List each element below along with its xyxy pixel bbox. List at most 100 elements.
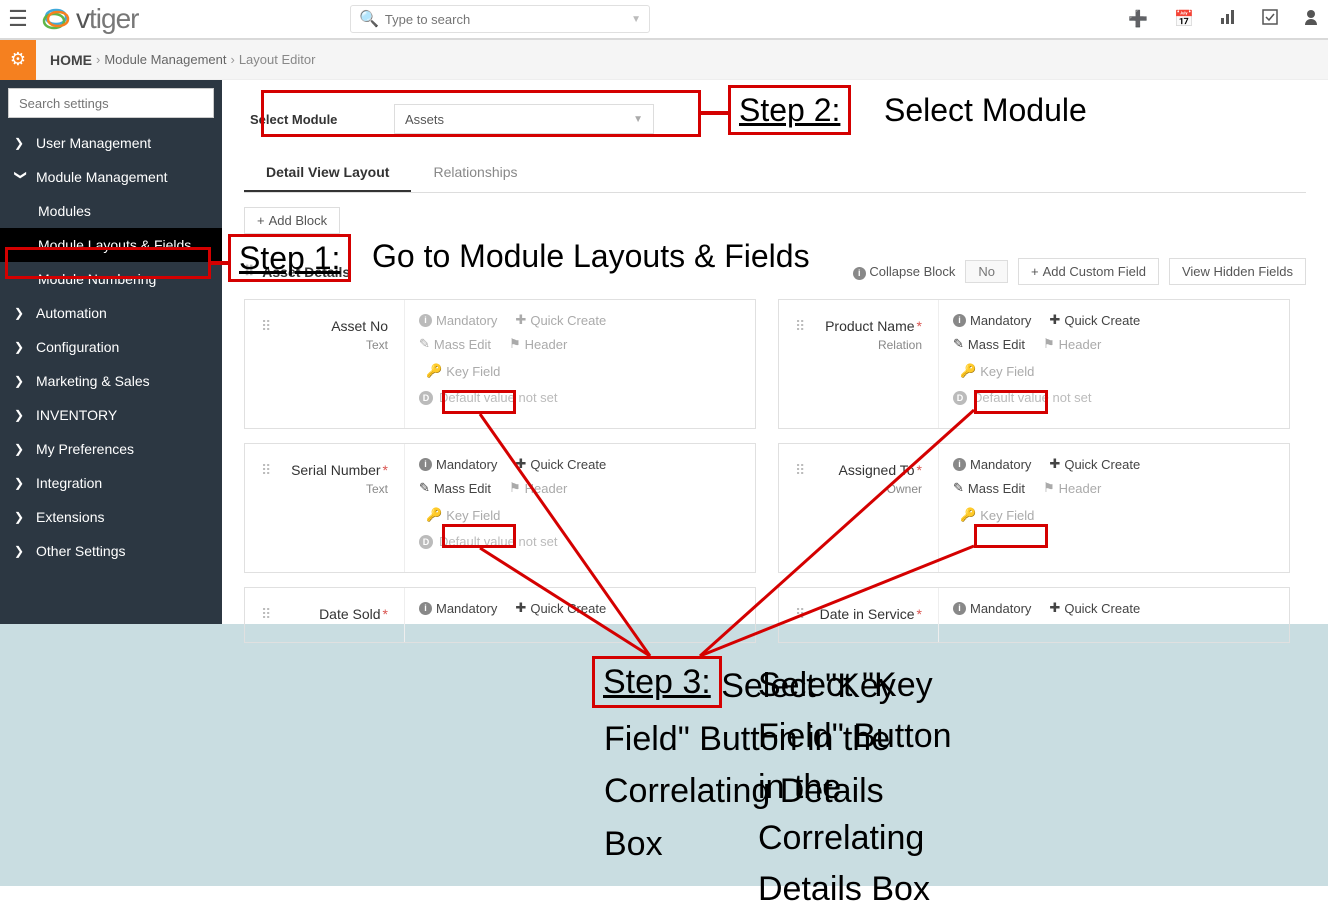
gear-icon[interactable]: ⚙ (0, 40, 36, 80)
chevron-right-icon: ❯ (14, 136, 28, 150)
mass-edit-toggle[interactable]: ✎ Mass Edit (419, 336, 491, 352)
global-search[interactable]: 🔍 ▼ (350, 5, 650, 33)
tab-detail-view[interactable]: Detail View Layout (244, 154, 411, 192)
sidebar-modules[interactable]: Modules (0, 194, 222, 228)
grip-icon[interactable]: ⠿ (795, 606, 805, 623)
header-toggle[interactable]: ⚑ Header (509, 336, 567, 352)
sidebar-user-management[interactable]: ❯User Management (0, 126, 222, 160)
settings-sidebar: ❯User Management ❯Module Management Modu… (0, 80, 222, 624)
field-name: Date in Service (820, 606, 915, 622)
grip-icon[interactable]: ⠿ (795, 462, 805, 479)
quick-create-toggle[interactable]: ✚ Quick Create (515, 456, 606, 472)
mandatory-toggle[interactable]: i Mandatory (419, 601, 497, 616)
header-toggle[interactable]: ⚑ Header (1043, 480, 1101, 496)
field-options: i Mandatory ✚ Quick Create (405, 588, 755, 642)
mandatory-toggle[interactable]: i Mandatory (419, 457, 497, 472)
chevron-down-icon: ❯ (14, 170, 28, 184)
quick-create-toggle[interactable]: ✚ Quick Create (515, 600, 606, 616)
add-block-button[interactable]: + Add Block (244, 207, 340, 234)
header-toggle[interactable]: ⚑ Header (509, 480, 567, 496)
sidebar-item-label: Other Settings (36, 543, 126, 559)
add-custom-field-button[interactable]: +Add Custom Field (1018, 258, 1159, 285)
header-toggle[interactable]: ⚑ Header (1043, 336, 1101, 352)
required-star: * (917, 462, 922, 478)
quick-create-toggle[interactable]: ✚ Quick Create (1049, 312, 1140, 328)
quick-create-toggle[interactable]: ✚ Quick Create (1049, 600, 1140, 616)
sidebar-search-input[interactable] (8, 88, 214, 118)
field-type: Text (281, 338, 388, 352)
check-icon[interactable] (1262, 9, 1278, 30)
user-icon[interactable] (1304, 9, 1318, 30)
breadcrumb-sep: › (96, 52, 100, 67)
key-field-button[interactable]: 🔑 Key Field (953, 360, 1041, 382)
sidebar-item-label: My Preferences (36, 441, 134, 457)
annotation-box-keyfield-1 (442, 390, 516, 414)
chart-icon[interactable] (1220, 9, 1236, 30)
breadcrumb-home[interactable]: HOME (50, 52, 92, 68)
sidebar-my-preferences[interactable]: ❯ My Preferences (0, 432, 222, 466)
sidebar-inventory[interactable]: ❯ INVENTORY (0, 398, 222, 432)
mass-edit-toggle[interactable]: ✎ Mass Edit (419, 480, 491, 496)
annotation-box-keyfield-2 (442, 524, 516, 548)
logo-mark-icon (40, 3, 72, 35)
search-icon: 🔍 (359, 9, 379, 29)
mass-edit-toggle[interactable]: ✎ Mass Edit (953, 336, 1025, 352)
mandatory-toggle[interactable]: i Mandatory (953, 313, 1031, 328)
required-star: * (383, 462, 388, 478)
chevron-right-icon: ❯ (14, 408, 28, 422)
collapse-toggle[interactable]: No (965, 260, 1008, 283)
grip-icon[interactable]: ⠿ (795, 318, 805, 335)
chevron-right-icon: ❯ (14, 476, 28, 490)
search-input[interactable] (385, 12, 631, 27)
hamburger-menu-icon[interactable]: ☰ (0, 0, 36, 39)
breadcrumb-module-management[interactable]: Module Management (104, 52, 226, 67)
sidebar-marketing-sales[interactable]: ❯Marketing & Sales (0, 364, 222, 398)
grip-icon[interactable]: ⠿ (261, 462, 271, 479)
sidebar-configuration[interactable]: ❯Configuration (0, 330, 222, 364)
chevron-right-icon: ❯ (14, 340, 28, 354)
quick-create-toggle[interactable]: ✚ Quick Create (1049, 456, 1140, 472)
field-grid: ⠿ Asset No Text i Mandatory ✚ Quick Crea… (244, 299, 1306, 643)
sidebar-module-management[interactable]: ❯Module Management (0, 160, 222, 194)
grip-icon[interactable]: ⠿ (261, 318, 271, 335)
tab-relationships[interactable]: Relationships (411, 154, 539, 192)
field-options: i Mandatory ✚ Quick Create ✎ Mass Edit ⚑… (939, 444, 1289, 572)
sidebar-integration[interactable]: ❯Integration (0, 466, 222, 500)
sidebar-automation[interactable]: ❯Automation (0, 296, 222, 330)
grip-icon[interactable]: ⠿ (261, 606, 271, 623)
annotation-box-select-module (261, 90, 701, 137)
field-card-date-in-service: ⠿ Date in Service* i Mandatory ✚ Quick C… (778, 587, 1290, 643)
required-star: * (383, 606, 388, 622)
field-card-date-sold: ⠿ Date Sold* i Mandatory ✚ Quick Create (244, 587, 756, 643)
mandatory-toggle[interactable]: i Mandatory (953, 601, 1031, 616)
view-hidden-fields-button[interactable]: View Hidden Fields (1169, 258, 1306, 285)
field-handle-area: ⠿ Asset No Text (245, 300, 405, 428)
logo[interactable]: vtiger (36, 3, 138, 35)
field-card-serial-number: ⠿ Serial Number* Text i Mandatory ✚ Quic… (244, 443, 756, 573)
sidebar-item-label: INVENTORY (36, 407, 117, 423)
mandatory-toggle[interactable]: i Mandatory (953, 457, 1031, 472)
key-field-button[interactable]: 🔑 Key Field (953, 504, 1041, 526)
field-type: Relation (815, 338, 922, 352)
chevron-right-icon: ❯ (14, 442, 28, 456)
mass-edit-toggle[interactable]: ✎ Mass Edit (953, 480, 1025, 496)
sidebar-search[interactable] (8, 88, 214, 118)
key-field-button[interactable]: 🔑 Key Field (419, 504, 507, 526)
sidebar-item-label: Marketing & Sales (36, 373, 150, 389)
mandatory-toggle[interactable]: i Mandatory (419, 313, 497, 328)
sidebar-other-settings[interactable]: ❯Other Settings (0, 534, 222, 568)
key-field-button[interactable]: 🔑 Key Field (419, 360, 507, 382)
breadcrumb: HOME › Module Management › Layout Editor (36, 52, 315, 68)
search-dropdown-icon[interactable]: ▼ (631, 14, 641, 25)
quick-create-toggle[interactable]: ✚ Quick Create (515, 312, 606, 328)
plus-icon: + (257, 213, 265, 228)
sidebar-extensions[interactable]: ❯Extensions (0, 500, 222, 534)
required-star: * (917, 606, 922, 622)
sidebar-item-label: Extensions (36, 509, 104, 525)
annotation-step3-full: Step 3: Select "KeyField" Button in theC… (604, 660, 1004, 871)
default-icon: D (419, 535, 433, 549)
field-type: Text (281, 482, 388, 496)
field-type: Owner (815, 482, 922, 496)
calendar-icon[interactable]: 📅 (1174, 9, 1194, 29)
add-icon[interactable]: ➕ (1128, 9, 1148, 29)
